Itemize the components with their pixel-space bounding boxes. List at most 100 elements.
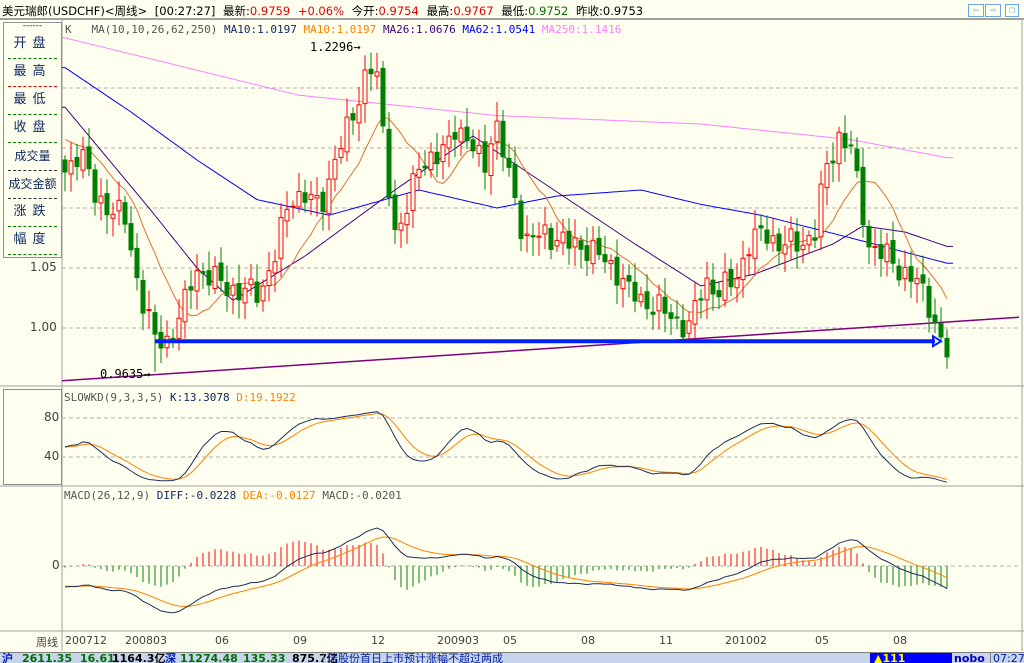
candle-body (230, 284, 236, 296)
candle-body (62, 159, 68, 173)
info-low: 最低 (8, 87, 57, 115)
candle-body (500, 120, 506, 158)
candle-body (842, 133, 848, 149)
candle-body (188, 286, 194, 291)
candle-body (110, 213, 116, 219)
macd-params: MACD(26,12,9) (64, 489, 151, 502)
x-axis-label: 05 (815, 634, 829, 647)
candle-body (650, 311, 656, 315)
kd-label-40: 40 (44, 449, 60, 463)
candle-body (326, 178, 332, 214)
kd-params: SLOWKD(9,3,3,5) (64, 391, 164, 404)
candle-body (584, 245, 590, 261)
candle-body (320, 191, 326, 212)
ma-params: MA(10,10,26,62,250) (91, 23, 218, 36)
info-high: 最高 (8, 59, 57, 87)
info-close: 收盘 (8, 115, 57, 143)
candle-body (896, 265, 902, 281)
candle-body (698, 298, 704, 301)
candle-body (596, 237, 602, 256)
candle-body (908, 266, 914, 282)
high-annotation: 1.2296→ (310, 40, 361, 54)
low-annotation: 0.9635→ (100, 367, 151, 381)
candle-body (308, 193, 314, 200)
candle-body (362, 69, 368, 105)
candle-body (710, 279, 716, 295)
candle-body (854, 148, 860, 172)
candle-body (662, 296, 668, 314)
candle-body (134, 247, 140, 279)
x-axis-label: 08 (893, 634, 907, 647)
candle-body (788, 228, 794, 242)
candle-body (470, 139, 476, 152)
candle-body (428, 151, 434, 171)
user-name: nobo (954, 652, 985, 663)
chart-canvas (0, 20, 1024, 651)
candle-body (86, 146, 92, 170)
candle-body (746, 254, 752, 257)
candle-body (266, 270, 272, 287)
candle-body (782, 244, 788, 255)
candle-body (404, 212, 410, 226)
kd-k-line (64, 411, 948, 483)
candle-body (836, 131, 842, 165)
candle-body (818, 183, 824, 238)
candle-body (536, 235, 542, 238)
info-header: ------ (22, 21, 43, 31)
kd-legend: SLOWKD(9,3,3,5) K:13.3078 D:19.1922 (64, 391, 296, 404)
candle-body (476, 144, 482, 154)
candle-body (812, 237, 818, 241)
candle-body (74, 157, 80, 168)
alert-badge[interactable]: ▲111 (870, 653, 952, 663)
ma10-value: MA10:1.0197 (223, 23, 297, 36)
candle-body (434, 151, 440, 165)
candle-body (830, 160, 836, 164)
candle-body (704, 277, 710, 301)
candle-body (794, 231, 800, 252)
candle-body (944, 337, 950, 358)
k-label: K (65, 23, 72, 36)
candle-body (440, 144, 446, 163)
candle-body (182, 288, 188, 323)
candle-body (314, 195, 320, 199)
candle-body (122, 202, 128, 225)
candle-body (560, 231, 566, 244)
ma62-value: MA62:1.0541 (462, 23, 536, 36)
sz-index: 11274.48 (180, 652, 238, 663)
trend-line (61, 316, 1020, 382)
macd-dea-value: DEA:-0.0127 (242, 489, 316, 502)
x-axis-period: 周线 (36, 636, 58, 649)
candle-body (356, 104, 362, 124)
macd-label-0: 0 (52, 558, 60, 572)
candle-body (824, 163, 830, 189)
candle-body (860, 166, 866, 226)
candle-body (218, 262, 224, 281)
news-ticker[interactable]: 瑞股份首日上市预计涨幅不超过两成 (323, 653, 503, 663)
candle-body (176, 317, 182, 339)
candle-body (284, 208, 290, 222)
macd-dea-line (64, 536, 948, 608)
candle-body (734, 278, 740, 289)
candle-body (236, 283, 242, 301)
candle-body (614, 256, 620, 286)
info-volume: 成交量 (8, 143, 57, 171)
candle-body (728, 268, 734, 288)
candle-body (692, 300, 698, 325)
kd-label-80: 80 (44, 410, 60, 424)
y-label-1.00: 1.00 (30, 320, 57, 334)
status-bar: 沪 2611.35 16.61 1164.3亿 深 11274.48 135.3… (0, 652, 1024, 663)
candle-body (770, 235, 776, 244)
candle-body (98, 195, 104, 204)
candle-body (278, 216, 284, 259)
main-legend: K MA(10,10,26,62,250) MA10:1.0197 MA10:1… (65, 23, 621, 36)
candle-body (398, 222, 404, 231)
ma250-value: MA250:1.1416 (541, 23, 622, 36)
candle-body (656, 294, 662, 312)
candle-body (608, 260, 614, 265)
candle-body (494, 120, 500, 143)
ma26-value: MA26:1.0676 (382, 23, 456, 36)
candle-body (272, 261, 278, 274)
candle-body (890, 239, 896, 264)
candle-body (290, 205, 296, 208)
x-axis-label: 05 (503, 634, 517, 647)
